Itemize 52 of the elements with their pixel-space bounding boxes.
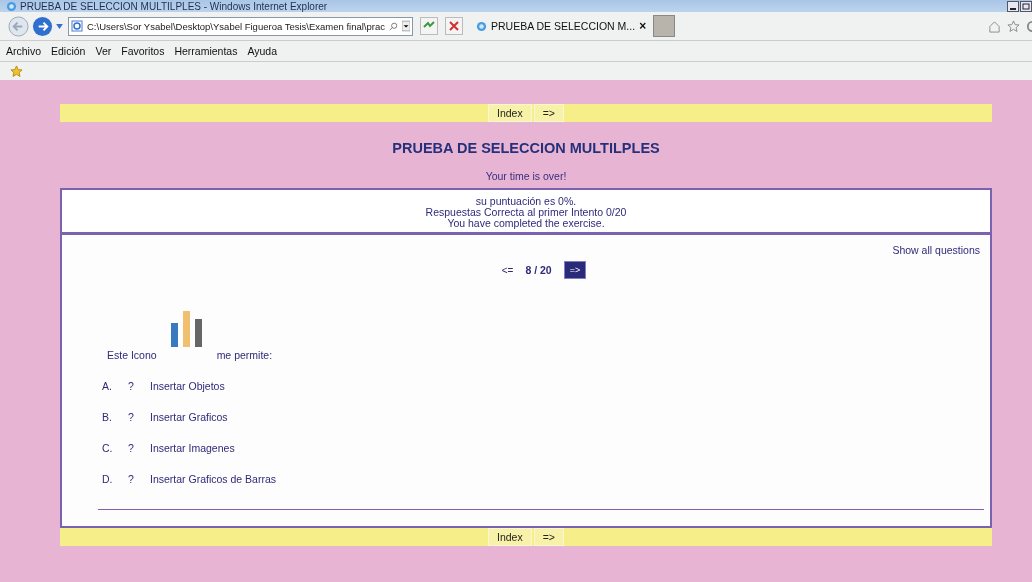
window-title: PRUEBA DE SELECCION MULTILPLES - Windows Internet Explorer — [20, 0, 328, 12]
home-icon[interactable] — [988, 19, 1001, 33]
bar-chart-icon — [170, 311, 203, 347]
question-counter: 8 / 20 — [525, 264, 552, 276]
menu-item[interactable]: Favoritos — [121, 45, 165, 57]
score-text: su puntuación es 0%. — [475, 196, 577, 207]
page-icon — [71, 20, 83, 32]
answer-letter: D. — [101, 473, 114, 485]
answer-option[interactable]: Insertar Graficos de Barras — [150, 473, 277, 485]
answer-mark: ? — [128, 380, 135, 392]
new-tab-button[interactable] — [653, 15, 676, 37]
index-link[interactable]: Index — [488, 528, 532, 546]
address-field[interactable]: C:\Users\Sor Ysabel\Desktop\Ysabel Figueroa Tesis\Examen final\prac — [68, 16, 413, 36]
previous-link[interactable]: <= — [501, 264, 514, 276]
restore-button[interactable] — [1020, 0, 1032, 12]
answer-mark: ? — [128, 411, 135, 423]
star-icon[interactable] — [1007, 19, 1020, 33]
back-button[interactable] — [8, 15, 29, 37]
answer-mark: ? — [128, 473, 135, 485]
stop-button[interactable] — [445, 17, 463, 35]
answer-option[interactable]: Insertar Imagenes — [150, 442, 235, 454]
next-link[interactable]: => — [533, 104, 564, 122]
favorites-star-icon[interactable] — [10, 64, 23, 78]
score-text: Respuestas Correcta al primer Intento 0/20 — [425, 207, 627, 218]
score-text: You have completed the exercise. — [447, 218, 605, 229]
answer-option[interactable]: Insertar Objetos — [150, 380, 225, 392]
answer-letter: C. — [101, 442, 114, 454]
browser-tab[interactable]: PRUEBA DE SELECCION M... × — [472, 14, 651, 38]
next-button[interactable]: => — [563, 261, 587, 279]
menu-item[interactable]: Archivo — [6, 45, 41, 57]
forward-button[interactable] — [32, 15, 53, 37]
menu-item[interactable]: Ayuda — [247, 45, 278, 57]
time-message: Your time is over! — [484, 170, 568, 182]
browser-icon — [476, 20, 487, 32]
refresh-button[interactable] — [420, 17, 438, 35]
next-link[interactable]: => — [533, 528, 564, 546]
menu-item[interactable]: Ver — [95, 45, 112, 57]
show-all-link[interactable]: Show all questions — [892, 244, 980, 256]
menu-item[interactable]: Edición — [51, 45, 86, 57]
dropdown-icon[interactable] — [401, 20, 410, 32]
menu-item[interactable]: Herramientas — [174, 45, 238, 57]
answer-letter: B. — [101, 411, 113, 423]
answer-letter: A. — [101, 380, 113, 392]
index-link[interactable]: Index — [488, 104, 532, 122]
question-text: Este Icono — [107, 349, 157, 361]
close-tab-button[interactable]: × — [639, 19, 647, 33]
answer-mark: ? — [128, 442, 135, 454]
answer-option[interactable]: Insertar Graficos — [150, 411, 228, 423]
minimize-button[interactable] — [1007, 0, 1019, 12]
browser-icon — [6, 0, 17, 12]
question-text: me permite: — [216, 349, 273, 361]
page-heading: PRUEBA DE SELECCION MULTILPLES — [391, 140, 661, 156]
